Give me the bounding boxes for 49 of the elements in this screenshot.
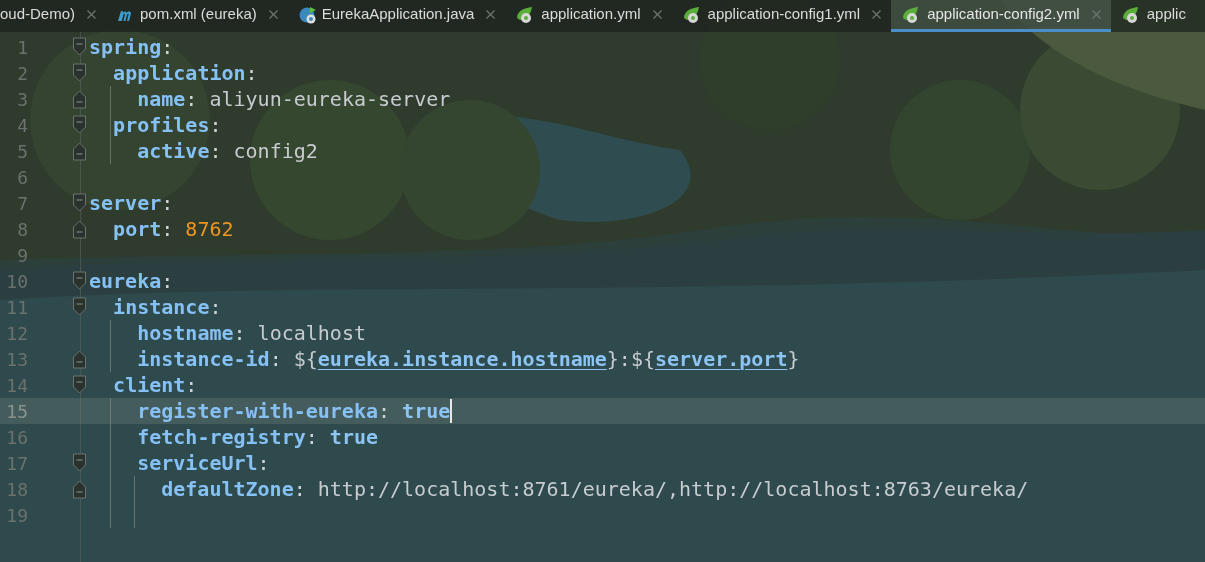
code-line: application: [112,60,258,86]
code-line: instance-id: ${eureka.instance.hostname}:${server.port} [136,346,800,372]
code-line: serviceUrl: [136,450,270,476]
editor-tab[interactable]: pom.xml (eureka) [106,0,288,32]
code-line: eureka: [89,268,174,294]
editor-tab[interactable]: application-config1.yml [671,0,892,32]
code-line: fetch-registry: true [136,424,378,450]
line-number: 9 [16,243,28,268]
line-number: 7 [16,191,28,216]
close-icon[interactable] [1091,10,1101,19]
code-line: client: [112,372,198,398]
line-number: 14 [5,373,28,398]
line-number: 3 [16,87,28,112]
close-icon[interactable] [486,10,496,19]
editor-tab[interactable]: EurekaApplication.java [287,0,506,32]
line-number: 8 [16,217,28,242]
code-line: profiles: [112,112,222,138]
code-line: name: aliyun-eureka-server [136,86,451,112]
code-line: register-with-eureka: true [136,398,451,424]
line-number: 11 [5,295,28,320]
line-number: 13 [5,347,28,372]
line-number: 5 [16,139,28,164]
code-line: spring: [89,34,174,60]
line-number: 19 [5,503,28,528]
line-number: 10 [5,269,28,294]
editor-tab[interactable]: application-config2.yml [891,0,1111,32]
line-number: 6 [16,165,28,190]
code-line: active: config2 [136,138,318,164]
line-number: 18 [5,477,28,502]
spring-class-icon [297,4,318,25]
close-icon[interactable] [872,10,882,19]
line-number: 16 [5,425,28,450]
code-line: port: 8762 [112,216,234,242]
close-icon[interactable] [652,10,662,19]
line-number: 4 [16,113,28,138]
editor-tab[interactable]: application.yml [505,0,672,32]
line-number: 15 [5,399,28,424]
close-icon[interactable] [268,10,278,19]
code-line: instance: [112,294,222,320]
code-line: hostname: localhost [136,320,366,346]
code-line: server: [89,190,174,216]
line-number: 12 [5,321,28,346]
line-number: 17 [5,451,28,476]
close-icon[interactable] [87,10,97,19]
code-line: defaultZone: http://localhost:8761/eureka/,http://localhost:8763/eureka/ [160,476,1029,502]
line-number: 1 [16,35,28,60]
line-number: 2 [16,61,28,86]
editor-tab[interactable]: applic [1110,0,1196,32]
editor-tab[interactable]: oud-Demo) [0,0,107,32]
